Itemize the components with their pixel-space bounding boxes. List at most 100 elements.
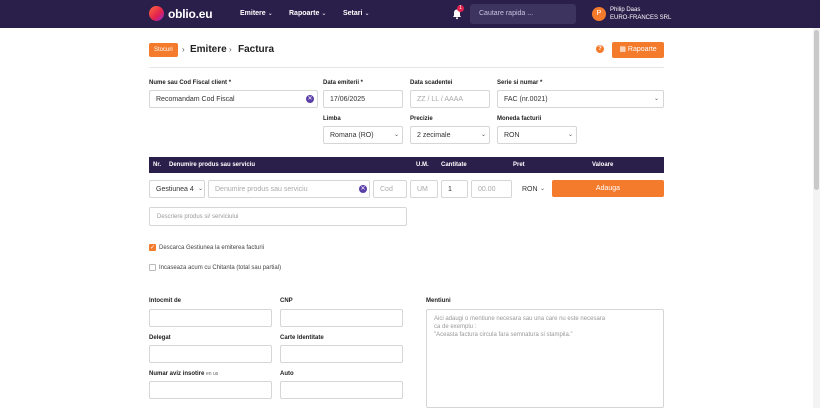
nav-emitere[interactable]: Emitere ⌄ (240, 10, 273, 17)
um-input[interactable]: UM (410, 180, 438, 198)
currency-label: Moneda facturii (497, 116, 542, 122)
currency-value: RON (504, 132, 520, 139)
notification-badge: 1 (457, 5, 464, 12)
nav-setari[interactable]: Setari ⌄ (343, 10, 370, 17)
breadcrumb-section[interactable]: Emitere (190, 44, 227, 55)
add-product-button[interactable]: Adauga (552, 180, 664, 197)
clear-icon[interactable]: ✕ (306, 95, 314, 103)
receipt-label: Incaseaza acum cu Chitanta (total sau pa… (159, 265, 282, 271)
chevron-down-icon: ⌄ (198, 186, 204, 192)
auto-input[interactable] (280, 381, 403, 399)
th-product: Denumire produs sau serviciu (169, 162, 256, 168)
discount-checkbox[interactable]: ✓ (149, 244, 156, 251)
th-value: Valoare (592, 162, 614, 168)
due-date-input[interactable]: ZZ / LL / AAAA (410, 90, 490, 108)
nav-setari-label: Setari (343, 10, 363, 17)
logo-text: oblio.eu (168, 6, 213, 21)
language-select[interactable]: Romana (RO) (323, 126, 403, 144)
client-input[interactable]: Recomandam Cod Fiscal (149, 90, 318, 108)
client-label: Nume sau Cod Fiscal client * (149, 80, 232, 86)
products-table-header: Nr. Denumire produs sau serviciu U.M. Ca… (149, 157, 664, 173)
th-nr: Nr. (153, 162, 162, 168)
issue-date-label: Data emiterii * (323, 80, 364, 86)
mentions-label: Mentiuni (426, 298, 451, 304)
divider (149, 67, 664, 68)
currency-select[interactable]: RON (497, 126, 577, 144)
th-um: U.M. (416, 162, 429, 168)
id-card-input[interactable] (280, 345, 403, 363)
delegate-input[interactable] (149, 345, 272, 363)
language-label: Limba (323, 116, 341, 122)
quantity-value: 1 (448, 186, 452, 193)
notice-number-input[interactable] (149, 381, 272, 399)
cnp-input[interactable] (280, 309, 403, 327)
series-select[interactable]: FAC (nr.0021) (497, 90, 664, 108)
cnp-label: CNP (280, 298, 293, 304)
nav-rapoarte[interactable]: Rapoarte ⌄ (289, 10, 326, 17)
breadcrumb-separator-icon: › (229, 45, 232, 54)
chevron-down-icon: ⌄ (364, 11, 370, 17)
chevron-down-icon: ⌄ (481, 132, 487, 138)
price-input[interactable]: 00.00 (471, 180, 512, 198)
mentions-textarea[interactable]: Aici adaugi o mentiune necesara sau una … (426, 309, 664, 408)
id-card-label: Carte Identitate (280, 335, 324, 341)
clear-icon[interactable]: ✕ (359, 185, 367, 193)
series-value: FAC (nr.0021) (504, 96, 548, 103)
chevron-down-icon: ⌄ (267, 11, 273, 17)
scrollbar-thumb[interactable] (814, 30, 819, 190)
precision-label: Precizie (410, 116, 433, 122)
notice-suffix: en us (206, 371, 219, 377)
precision-select[interactable]: 2 zecimale (410, 126, 490, 144)
code-placeholder: Cod (380, 186, 393, 193)
rapoarte-button[interactable]: ▦ Rapoarte (612, 42, 664, 58)
user-info[interactable]: Philip Daas EURO-FRANCES SRL (610, 6, 671, 22)
language-value: Romana (RO) (330, 132, 374, 139)
management-value: Gestiunea 4 (156, 186, 194, 193)
top-navbar (0, 0, 820, 28)
management-select[interactable]: Gestiunea 4 (149, 180, 205, 198)
breadcrumb-badge-stocuri[interactable]: Stocuri (149, 43, 178, 57)
series-label: Serie si numar * (497, 80, 543, 86)
precision-value: 2 zecimale (417, 132, 451, 139)
mentions-placeholder-line: Aici adaugi o mentiune necesara sau una … (434, 316, 606, 322)
product-input[interactable]: Denumire produs sau serviciu (208, 180, 370, 198)
user-company: EURO-FRANCES SRL (610, 15, 672, 21)
due-date-label: Data scadentei (410, 80, 453, 86)
help-icon[interactable]: ? (596, 45, 604, 53)
description-textarea[interactable]: Descriere produs si/ serviciului (149, 207, 407, 226)
quantity-input[interactable]: 1 (441, 180, 468, 198)
chevron-down-icon: ⌄ (568, 132, 574, 138)
client-value: Recomandam Cod Fiscal (156, 96, 235, 103)
row-currency-value: RON (522, 186, 538, 193)
delegate-label: Delegat (149, 335, 171, 341)
receipt-checkbox[interactable] (149, 264, 156, 271)
search-placeholder: Cautare rapida ... (479, 10, 534, 17)
logo[interactable]: oblio.eu (149, 6, 213, 21)
auto-label: Auto (280, 371, 294, 377)
logo-mark-icon (149, 6, 164, 21)
discount-label: Descarca Gestiunea la emiterea facturii (159, 245, 265, 251)
description-placeholder: Descriere produs si/ serviciului (157, 214, 239, 220)
chevron-down-icon: ⌄ (394, 132, 400, 138)
report-icon: ▦ (619, 46, 626, 53)
product-placeholder: Denumire produs sau serviciu (215, 186, 308, 193)
issued-by-input[interactable] (149, 309, 272, 327)
due-date-placeholder: ZZ / LL / AAAA (417, 96, 464, 103)
user-name: Philip Daas (610, 7, 641, 13)
issued-by-label: Intocmit de (149, 298, 182, 304)
chevron-down-icon: ⌄ (654, 96, 660, 102)
avatar[interactable]: P (592, 7, 606, 21)
mentions-placeholder-line: ca de exemplu : (434, 324, 477, 330)
um-placeholder: UM (417, 186, 428, 193)
notice-number-label: Numar aviz insotire en us (149, 371, 218, 377)
code-input[interactable]: Cod (373, 180, 407, 198)
page-title: Factura (238, 44, 275, 55)
chevron-down-icon: ⌄ (321, 11, 327, 17)
notice-number-text: Numar aviz insotire (149, 371, 205, 377)
chevron-down-icon: ⌄ (540, 186, 546, 192)
th-quantity: Cantitate (441, 162, 467, 168)
quick-search-input[interactable]: Cautare rapida ... (470, 4, 576, 24)
issue-date-input[interactable]: 17/06/2025 (323, 90, 403, 108)
mentions-placeholder-line: "Aceasta factura circula fara semnatura … (434, 332, 573, 338)
price-placeholder: 00.00 (478, 186, 496, 193)
